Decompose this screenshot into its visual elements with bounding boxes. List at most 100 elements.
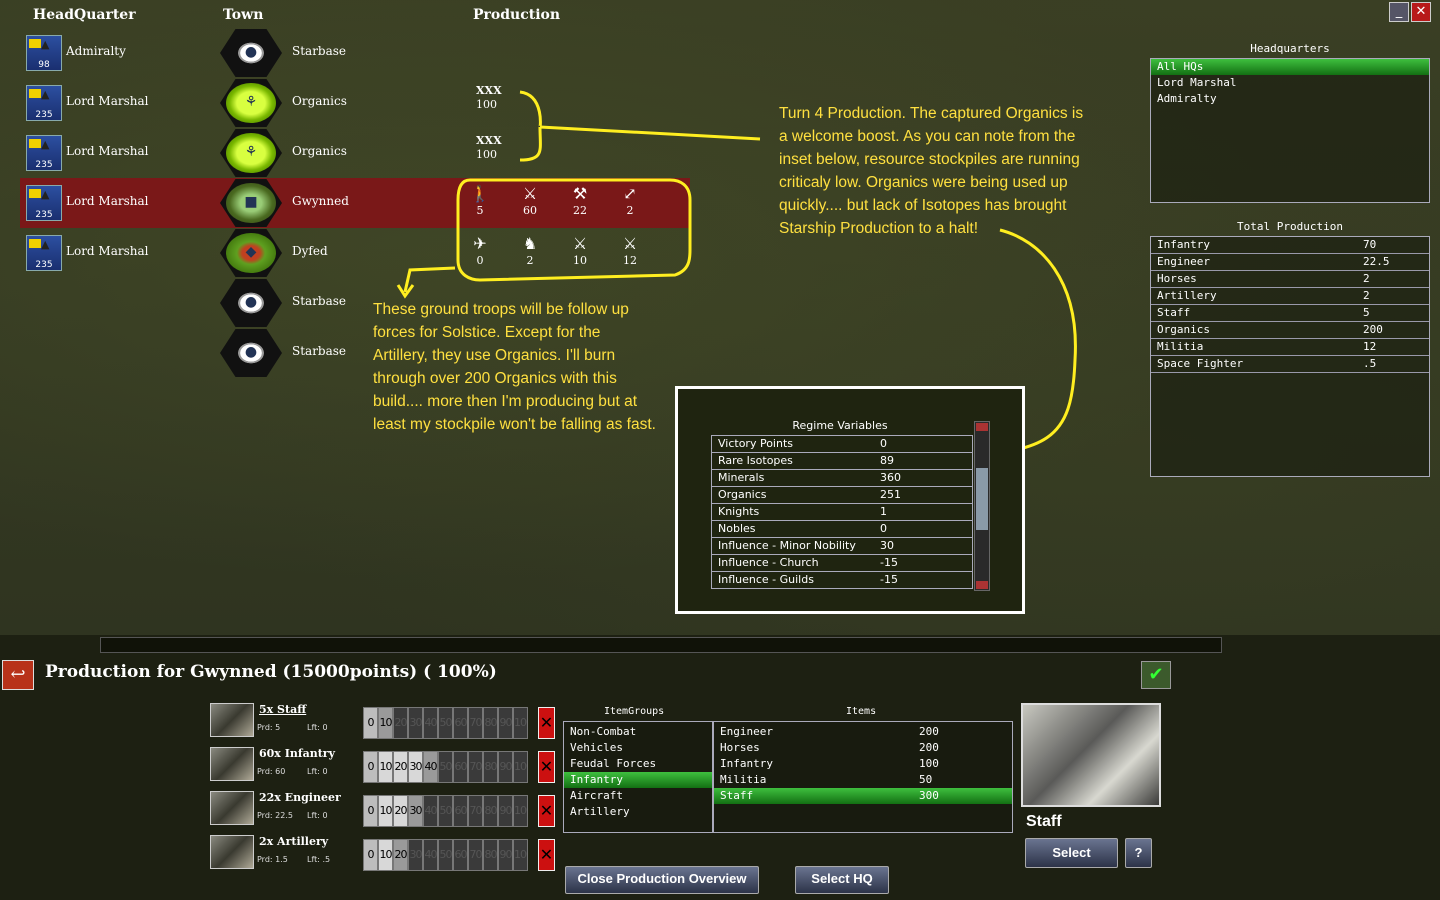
resource-name: Infantry [1157,238,1210,251]
remove-item-icon[interactable]: ✕ [538,751,555,783]
scroll-up-icon[interactable] [976,423,988,431]
allocation-slider[interactable]: 0102030405060708090100 [363,751,538,783]
allocation-slider[interactable]: 0102030405060708090100 [363,707,538,739]
confirm-check-icon[interactable]: ✔ [1141,661,1171,689]
slider-step[interactable]: 0 [363,795,378,827]
item-group[interactable]: Feudal Forces [564,756,712,772]
hq-list-item[interactable]: Lord Marshal [1151,75,1429,91]
headquarters-list[interactable]: All HQs Lord Marshal Admiralty [1150,58,1430,203]
queue-item[interactable]: 22x Engineer Prd: 22.5 Lft: 0 [210,791,360,831]
scroll-down-icon[interactable] [976,581,988,589]
resource-name: Artillery [1157,289,1217,302]
variable-value: 89 [880,454,894,467]
slider-step[interactable]: 30 [408,795,423,827]
slider-step[interactable]: 10 [378,795,393,827]
slider-step[interactable]: 100 [513,839,528,871]
slider-step[interactable]: 10 [378,839,393,871]
items-list[interactable]: Engineer 200 Horses 200 Infantry 100 Militia 50… [713,721,1013,833]
help-button[interactable]: ? [1125,838,1152,868]
slider-step[interactable]: 70 [468,751,483,783]
slider-step[interactable]: 90 [498,751,513,783]
item-group[interactable]: Non-Combat [564,724,712,740]
slider-step[interactable]: 90 [498,839,513,871]
slider-step[interactable]: 0 [363,751,378,783]
slider-step[interactable]: 70 [468,795,483,827]
queue-item[interactable]: 60x Infantry Prd: 60 Lft: 0 [210,747,360,787]
slider-step[interactable]: 60 [453,839,468,871]
slider-step[interactable]: 60 [453,795,468,827]
slider-step[interactable]: 0 [363,839,378,871]
queue-item[interactable]: 5x Staff Prd: 5 Lft: 0 [210,703,360,743]
slider-step[interactable]: 20 [393,707,408,739]
slider-step[interactable]: 80 [483,707,498,739]
item-row[interactable]: Horses 200 [714,740,1012,756]
slider-step[interactable]: 10 [378,707,393,739]
remove-item-icon[interactable]: ✕ [538,707,555,739]
item-row[interactable]: Staff 300 [714,788,1012,804]
scroll-thumb[interactable] [976,468,988,530]
allocation-slider[interactable]: 0102030405060708090100 [363,839,538,871]
slider-step[interactable]: 20 [393,795,408,827]
select-hq-button[interactable]: Select HQ [795,866,889,894]
variable-value: -15 [880,573,898,586]
allocation-slider[interactable]: 0102030405060708090100 [363,795,538,827]
remove-item-icon[interactable]: ✕ [538,839,555,871]
variable-value: 0 [880,437,887,450]
slider-step[interactable]: 40 [423,795,438,827]
queue-item-name: 5x Staff [259,703,307,716]
item-group[interactable]: Aircraft [564,788,712,804]
slider-step[interactable]: 50 [438,795,453,827]
slider-step[interactable]: 10 [378,751,393,783]
slider-step[interactable]: 0 [363,707,378,739]
slider-step[interactable]: 30 [408,839,423,871]
item-group[interactable]: Infantry [564,772,712,788]
item-group[interactable]: Artillery [564,804,712,820]
queue-item-lft: Lft: 0 [307,767,328,776]
remove-item-icon[interactable]: ✕ [538,795,555,827]
select-button[interactable]: Select [1025,838,1118,868]
slider-step[interactable]: 30 [408,751,423,783]
slider-step[interactable]: 100 [513,795,528,827]
back-arrow-icon[interactable]: ↩ [2,660,34,690]
slider-step[interactable]: 20 [393,751,408,783]
hq-list-item[interactable]: Admiralty [1151,91,1429,107]
slider-step[interactable]: 40 [423,707,438,739]
item-name: Militia [720,773,767,786]
slider-step[interactable]: 30 [408,707,423,739]
slider-step[interactable]: 60 [453,751,468,783]
slider-step[interactable]: 70 [468,707,483,739]
slider-step[interactable]: 80 [483,795,498,827]
slider-step[interactable]: 60 [453,707,468,739]
regime-scrollbar[interactable] [974,421,990,591]
slider-step[interactable]: 100 [513,751,528,783]
item-name: Infantry [720,757,773,770]
hq-list-item[interactable]: All HQs [1151,59,1429,75]
resource-value: 70 [1363,238,1377,251]
slider-step[interactable]: 40 [423,839,438,871]
item-row[interactable]: Infantry 100 [714,756,1012,772]
minimize-button[interactable]: _ [1389,2,1409,22]
slider-step[interactable]: 40 [423,751,438,783]
slider-step[interactable]: 90 [498,707,513,739]
slider-step[interactable]: 50 [438,839,453,871]
item-row[interactable]: Engineer 200 [714,724,1012,740]
close-window-button[interactable]: ✕ [1411,2,1431,22]
slider-step[interactable]: 50 [438,751,453,783]
variable-name: Victory Points [718,437,794,450]
close-production-overview-button[interactable]: Close Production Overview [565,866,759,894]
regime-inset: Regime Variables Victory Points 0 Rare Iso… [675,386,1025,614]
slider-step[interactable]: 100 [513,707,528,739]
slider-step[interactable]: 50 [438,707,453,739]
variable-value: 1 [880,505,887,518]
queue-item[interactable]: 2x Artillery Prd: 1.5 Lft: .5 [210,835,360,875]
slider-step[interactable]: 80 [483,839,498,871]
variable-name: Nobles [718,522,756,535]
item-groups-list[interactable]: Non-Combat Vehicles Feudal Forces Infantry A… [563,721,713,833]
slider-step[interactable]: 90 [498,795,513,827]
item-row[interactable]: Militia 50 [714,772,1012,788]
slider-step[interactable]: 80 [483,751,498,783]
slider-step[interactable]: 20 [393,839,408,871]
item-group[interactable]: Vehicles [564,740,712,756]
queue-item-prd: Prd: 22.5 [257,811,293,820]
slider-step[interactable]: 70 [468,839,483,871]
